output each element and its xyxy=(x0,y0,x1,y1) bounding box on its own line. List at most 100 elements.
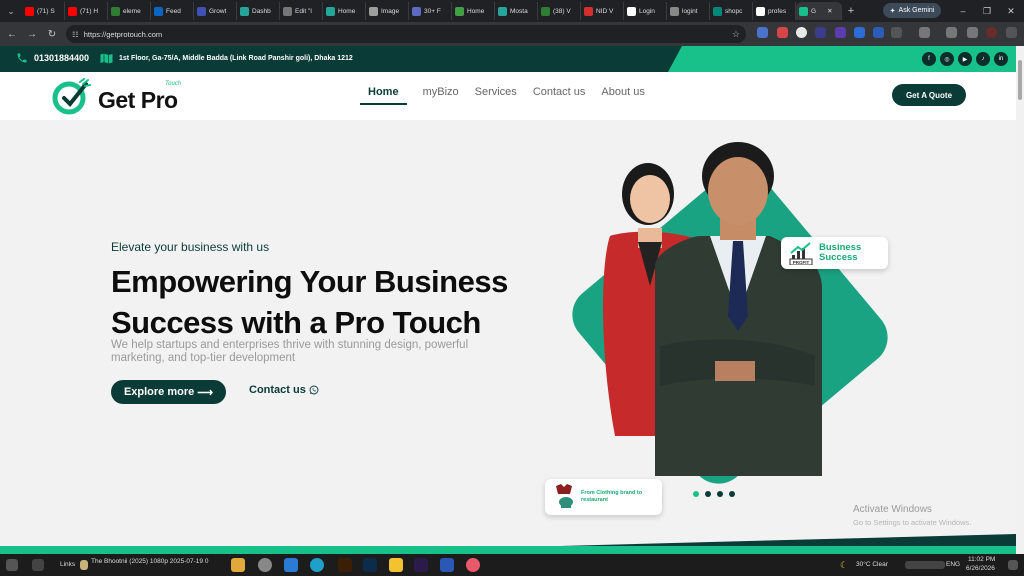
browser-tab[interactable]: Home xyxy=(323,2,366,20)
photoshop-icon[interactable] xyxy=(363,558,377,572)
address-bar[interactable]: ☷ https://getprotouch.com ☆ xyxy=(66,25,746,43)
browser-tab[interactable]: Dashb xyxy=(237,2,280,20)
maximize-icon[interactable]: ❐ xyxy=(975,0,999,22)
nav-about-us[interactable]: About us xyxy=(601,86,644,105)
extension-icon[interactable] xyxy=(777,27,788,38)
address-info: 1st Floor, Ga-75/A, Middle Badda (Link R… xyxy=(100,53,353,64)
download-icon[interactable] xyxy=(946,27,957,38)
browser-tab[interactable]: NID V xyxy=(581,2,624,20)
clock-time[interactable]: 11:02 PM xyxy=(968,556,995,563)
browser-tab[interactable]: Feed xyxy=(151,2,194,20)
extension-icon[interactable] xyxy=(854,27,865,38)
tab-label: shopc xyxy=(725,7,743,15)
profile-avatar[interactable] xyxy=(986,27,997,38)
app-icon[interactable] xyxy=(466,558,480,572)
facebook-icon[interactable]: f xyxy=(922,52,936,66)
nav-services[interactable]: Services xyxy=(475,86,517,105)
reading-list-icon[interactable] xyxy=(967,27,978,38)
sticky-notes-icon[interactable] xyxy=(389,558,403,572)
extension-icon[interactable] xyxy=(815,27,826,38)
carousel-dot[interactable] xyxy=(717,491,723,497)
back-icon[interactable]: ← xyxy=(2,29,22,40)
language-indicator[interactable]: ENG xyxy=(946,561,960,568)
premiere-icon[interactable] xyxy=(414,558,428,572)
extension-icon[interactable] xyxy=(796,27,807,38)
tab-label: Home xyxy=(467,7,485,15)
tab-label: Mosta xyxy=(510,7,528,15)
browser-tab[interactable]: eleme xyxy=(108,2,151,20)
youtube-icon[interactable]: ▶ xyxy=(958,52,972,66)
browser-tab[interactable]: Login xyxy=(624,2,667,20)
carousel-dot[interactable] xyxy=(693,491,699,497)
extension-icon[interactable] xyxy=(835,27,846,38)
page-scrollbar[interactable] xyxy=(1016,46,1024,554)
edge-icon[interactable] xyxy=(310,558,324,572)
links-toolbar[interactable]: Links xyxy=(60,561,75,568)
address-text: 1st Floor, Ga-75/A, Middle Badda (Link R… xyxy=(119,55,353,62)
hero-subtext: We help startups and enterprises thrive … xyxy=(111,339,469,364)
close-icon[interactable]: ✕ xyxy=(999,0,1023,22)
minimize-icon[interactable]: – xyxy=(951,0,975,22)
hero-eyebrow: Elevate your business with us xyxy=(111,240,270,254)
browser-tab[interactable]: Edit "l xyxy=(280,2,323,20)
reload-icon[interactable]: ↻ xyxy=(42,29,62,40)
tiktok-icon[interactable]: ♪ xyxy=(976,52,990,66)
bookmark-star-icon[interactable]: ☆ xyxy=(732,29,740,40)
vscode-icon[interactable] xyxy=(284,558,298,572)
extension-icon[interactable] xyxy=(757,27,768,38)
browser-tab[interactable]: shopc xyxy=(710,2,753,20)
browser-tab[interactable]: G ✕ xyxy=(796,2,842,20)
site-info-icon[interactable]: ☷ xyxy=(72,30,79,39)
extension-icon[interactable] xyxy=(873,27,884,38)
browser-tab[interactable]: logint xyxy=(667,2,710,20)
contact-us-link[interactable]: Contact us xyxy=(249,384,319,396)
nav-mybizo[interactable]: myBizo xyxy=(423,86,459,105)
explore-more-button[interactable]: Explore more ⟶ xyxy=(111,380,226,404)
new-tab-button[interactable]: + xyxy=(842,5,860,17)
tab-favicon-icon xyxy=(498,6,507,16)
tab-list: (71) S (71) H eleme Feed Growt Dashb Edit "l Ho… xyxy=(22,2,842,20)
tab-label: Feed xyxy=(166,7,181,15)
notifications-icon[interactable] xyxy=(1008,560,1018,570)
carousel-dot[interactable] xyxy=(705,491,711,497)
task-view-icon[interactable] xyxy=(32,559,44,571)
chrome-icon[interactable] xyxy=(258,558,272,572)
browser-tab[interactable]: (71) S xyxy=(22,2,65,20)
browser-tab[interactable]: (71) H xyxy=(65,2,108,20)
browser-tab[interactable]: Image xyxy=(366,2,409,20)
ask-gemini-button[interactable]: ✦ Ask Gemini xyxy=(883,3,941,18)
scrollbar-thumb[interactable] xyxy=(1018,60,1022,100)
browser-tab[interactable]: Mosta xyxy=(495,2,538,20)
nav-home[interactable]: Home xyxy=(360,86,407,105)
browser-tab[interactable]: Growt xyxy=(194,2,237,20)
word-icon[interactable] xyxy=(440,558,454,572)
tab-label: Dashb xyxy=(252,7,271,15)
browser-tab[interactable]: (38) V xyxy=(538,2,581,20)
browser-tab[interactable]: Home xyxy=(452,2,495,20)
carousel-dot[interactable] xyxy=(729,491,735,497)
weather-text[interactable]: 30°C Clear xyxy=(856,561,888,568)
linkedin-icon[interactable]: in xyxy=(994,52,1008,66)
split-view-icon[interactable] xyxy=(919,27,930,38)
media-title[interactable]: The Bhootnii (2025) 1080p 2025-07-19 0 xyxy=(91,558,208,565)
system-tray-icons[interactable] xyxy=(905,561,945,569)
browser-tab[interactable]: profes xyxy=(753,2,796,20)
browser-tab[interactable]: 30+ F xyxy=(409,2,452,20)
instagram-icon[interactable]: ◎ xyxy=(940,52,954,66)
site-logo[interactable]: Get Pro Touch xyxy=(50,78,190,116)
illustrator-icon[interactable] xyxy=(338,558,352,572)
nav-contact-us[interactable]: Contact us xyxy=(533,86,586,105)
tab-favicon-icon xyxy=(584,6,593,16)
forward-icon[interactable]: → xyxy=(22,29,42,40)
extensions-puzzle-icon[interactable] xyxy=(891,27,902,38)
tab-favicon-icon xyxy=(455,6,464,16)
ask-gemini-label: Ask Gemini xyxy=(898,7,935,14)
tab-close-icon[interactable]: ✕ xyxy=(827,7,832,15)
get-quote-button[interactable]: Get A Quote xyxy=(892,84,966,106)
tab-search-icon[interactable]: ⌄ xyxy=(0,0,22,22)
widgets-icon[interactable] xyxy=(6,559,18,571)
menu-kebab-icon[interactable] xyxy=(1006,27,1017,38)
phone-info[interactable]: 01301884400 xyxy=(16,52,89,64)
clock-date[interactable]: 6/26/2026 xyxy=(966,565,995,572)
file-explorer-icon[interactable] xyxy=(231,558,245,572)
